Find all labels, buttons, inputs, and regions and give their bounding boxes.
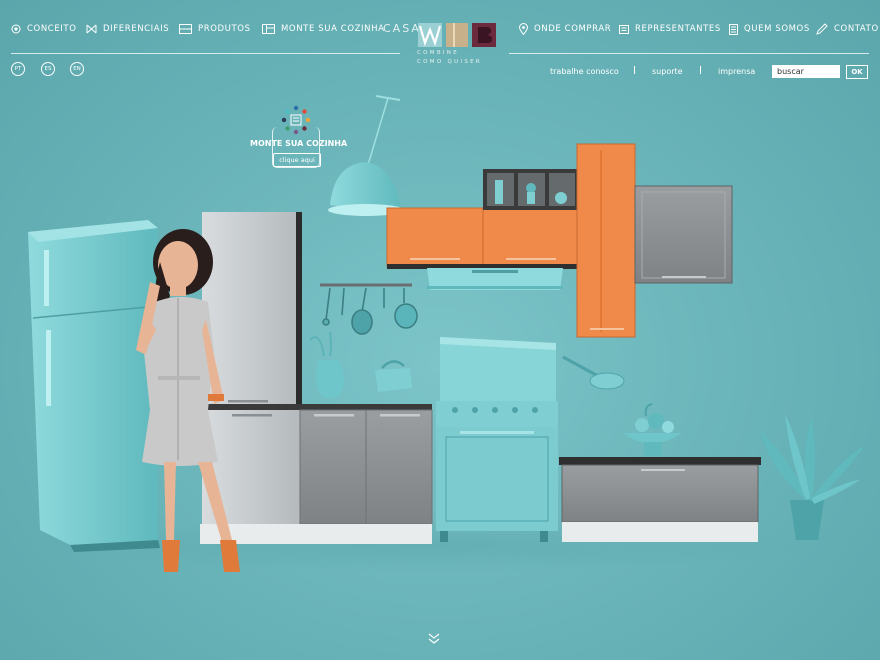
open-shelf: [483, 169, 579, 210]
kitchen-illustration: [28, 95, 865, 573]
potted-plant: [760, 414, 865, 540]
kitchen-hero: CONCEITO DIFERENCIAIS PRODUTOS MONTE SUA…: [0, 0, 880, 660]
low-gray-cabinet: [559, 457, 761, 542]
kettle: [375, 360, 412, 392]
scroll-down-chevron-icon[interactable]: [427, 633, 441, 645]
vase: [316, 360, 344, 398]
stove: [436, 337, 558, 542]
base-cabinets: [200, 404, 433, 544]
utensil-rail: [320, 283, 418, 335]
range-hood: [427, 268, 563, 290]
fruit-bowl: [623, 403, 682, 456]
tall-orange-cabinet: [576, 143, 636, 338]
gray-upper-cabinet: [634, 185, 733, 284]
upper-orange-cabinets: [386, 207, 580, 269]
pendant-lamp: [328, 95, 404, 216]
frying-pan: [562, 355, 625, 390]
refrigerator: [28, 220, 160, 552]
